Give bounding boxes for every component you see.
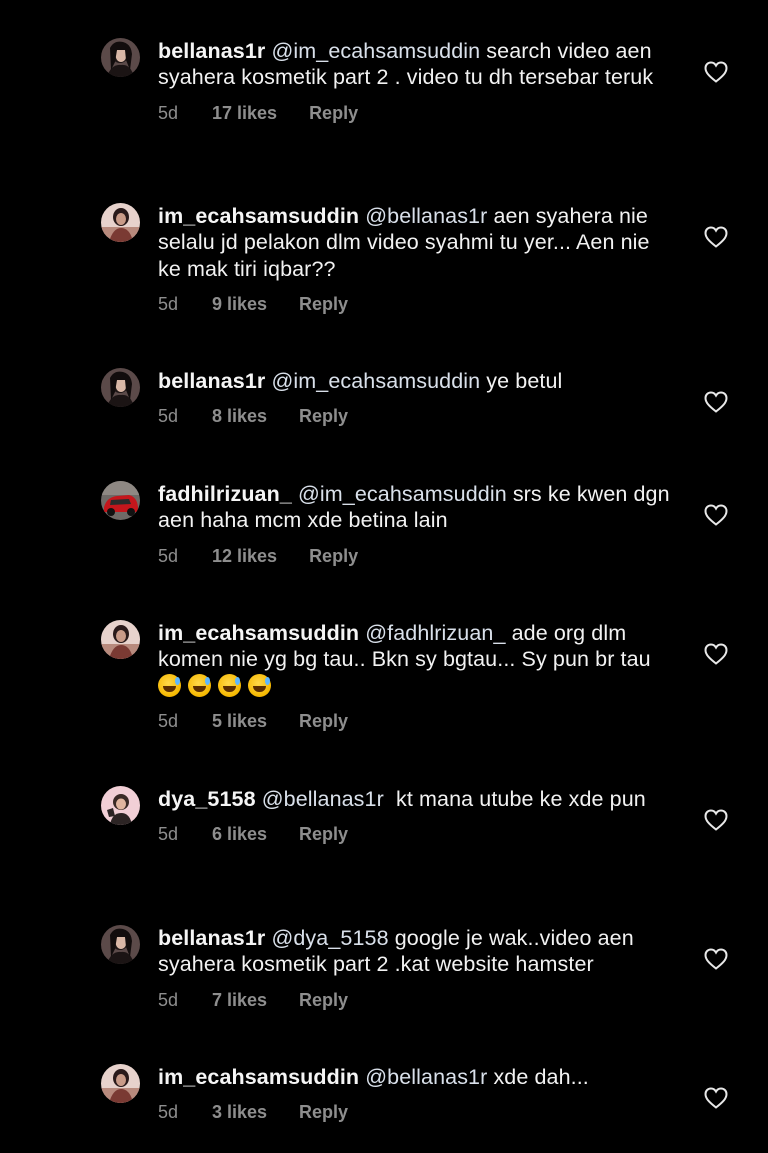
comment-list: bellanas1r @im_ecahsamsuddin search vide… <box>0 0 768 1153</box>
heart-outline-icon[interactable] <box>704 809 728 831</box>
heart-outline-icon[interactable] <box>704 948 728 970</box>
grinning-face-with-sweat-emoji <box>248 673 271 697</box>
reply-button[interactable]: Reply <box>299 405 348 427</box>
comment-text: bellanas1r @im_ecahsamsuddin search vide… <box>158 38 678 91</box>
comment-time: 5d <box>158 989 179 1010</box>
comment-username[interactable]: dya_5158 <box>158 787 256 811</box>
comment-time: 5d <box>158 406 179 427</box>
comment-mention[interactable]: @dya_5158 <box>271 926 388 950</box>
comment-time: 5d <box>158 102 179 123</box>
reply-button[interactable]: Reply <box>299 823 348 845</box>
comment-mention[interactable]: @bellanas1r <box>365 204 487 228</box>
reply-button[interactable]: Reply <box>299 1101 348 1123</box>
avatar-im-ecahsamsuddin-icon[interactable] <box>101 203 140 242</box>
comment-mention[interactable]: @im_ecahsamsuddin <box>271 39 480 63</box>
comment-likes[interactable]: 9 likes <box>212 293 267 315</box>
comment-likes[interactable]: 17 likes <box>212 102 277 124</box>
comment-username[interactable]: im_ecahsamsuddin <box>158 621 359 645</box>
comment-time: 5d <box>158 710 179 731</box>
comment-meta: 5d 7 likes Reply <box>158 989 678 1011</box>
comment-text: fadhilrizuan_ @im_ecahsamsuddin srs ke k… <box>158 481 678 534</box>
comment-meta: 5d 6 likes Reply <box>158 823 678 845</box>
comment-username[interactable]: bellanas1r <box>158 39 265 63</box>
comment-username[interactable]: bellanas1r <box>158 926 265 950</box>
comment-likes[interactable]: 5 likes <box>212 710 267 732</box>
comment-meta: 5d 9 likes Reply <box>158 293 678 315</box>
comment-mention[interactable]: @im_ecahsamsuddin <box>271 369 480 393</box>
heart-outline-icon[interactable] <box>704 504 728 526</box>
reply-button[interactable]: Reply <box>299 293 348 315</box>
reply-button[interactable]: Reply <box>309 545 358 567</box>
avatar-dya-5158-icon[interactable] <box>101 786 140 825</box>
comment-time: 5d <box>158 1102 179 1123</box>
heart-outline-icon[interactable] <box>704 226 728 248</box>
comment-likes[interactable]: 3 likes <box>212 1101 267 1123</box>
avatar-fadhilrizuan-icon[interactable] <box>101 481 140 520</box>
comment-likes[interactable]: 6 likes <box>212 823 267 845</box>
heart-outline-icon[interactable] <box>704 1087 728 1109</box>
grinning-face-with-sweat-emoji <box>218 673 241 697</box>
comment-message: xde dah... <box>487 1065 589 1089</box>
comment-text: im_ecahsamsuddin @bellanas1r aen syahera… <box>158 203 678 282</box>
heart-outline-icon[interactable] <box>704 643 728 665</box>
avatar-bellanas1r-icon[interactable] <box>101 38 140 77</box>
grinning-face-with-sweat-emoji <box>188 673 211 697</box>
comment-username[interactable]: im_ecahsamsuddin <box>158 204 359 228</box>
comment-meta: 5d 5 likes Reply <box>158 710 678 732</box>
avatar-bellanas1r-icon[interactable] <box>101 925 140 964</box>
comment-mention[interactable]: @bellanas1r <box>365 1065 487 1089</box>
grinning-face-with-sweat-emoji <box>158 673 181 697</box>
comment-text: dya_5158 @bellanas1r kt mana utube ke xd… <box>158 786 678 812</box>
heart-outline-icon[interactable] <box>704 391 728 413</box>
reply-button[interactable]: Reply <box>309 102 358 124</box>
comment-time: 5d <box>158 824 179 845</box>
comment-text: im_ecahsamsuddin @fadhlrizuan_ ade org d… <box>158 620 678 699</box>
comment-meta: 5d 12 likes Reply <box>158 545 678 567</box>
comment-mention[interactable]: @fadhlrizuan_ <box>365 621 505 645</box>
comment-meta: 5d 3 likes Reply <box>158 1101 678 1123</box>
comment-likes[interactable]: 8 likes <box>212 405 267 427</box>
heart-outline-icon[interactable] <box>704 61 728 83</box>
avatar-im-ecahsamsuddin-icon[interactable] <box>101 620 140 659</box>
comment-meta: 5d 17 likes Reply <box>158 102 678 124</box>
comment-likes[interactable]: 12 likes <box>212 545 277 567</box>
comment-time: 5d <box>158 545 179 566</box>
comment-meta: 5d 8 likes Reply <box>158 405 678 427</box>
comment-message: kt mana utube ke xde pun <box>383 787 646 811</box>
comment-username[interactable]: bellanas1r <box>158 369 265 393</box>
comment-likes[interactable]: 7 likes <box>212 989 267 1011</box>
comment-mention[interactable]: @bellanas1r <box>262 787 384 811</box>
comment-text: im_ecahsamsuddin @bellanas1r xde dah... <box>158 1064 678 1090</box>
comment-time: 5d <box>158 293 179 314</box>
reply-button[interactable]: Reply <box>299 710 348 732</box>
comment-username[interactable]: fadhilrizuan_ <box>158 482 292 506</box>
avatar-bellanas1r-icon[interactable] <box>101 368 140 407</box>
comment-username[interactable]: im_ecahsamsuddin <box>158 1065 359 1089</box>
reply-button[interactable]: Reply <box>299 989 348 1011</box>
avatar-im-ecahsamsuddin-icon[interactable] <box>101 1064 140 1103</box>
comment-text: bellanas1r @im_ecahsamsuddin ye betul <box>158 368 678 394</box>
comment-message: ye betul <box>480 369 563 393</box>
comment-text: bellanas1r @dya_5158 google je wak..vide… <box>158 925 678 978</box>
comment-mention[interactable]: @im_ecahsamsuddin <box>298 482 507 506</box>
